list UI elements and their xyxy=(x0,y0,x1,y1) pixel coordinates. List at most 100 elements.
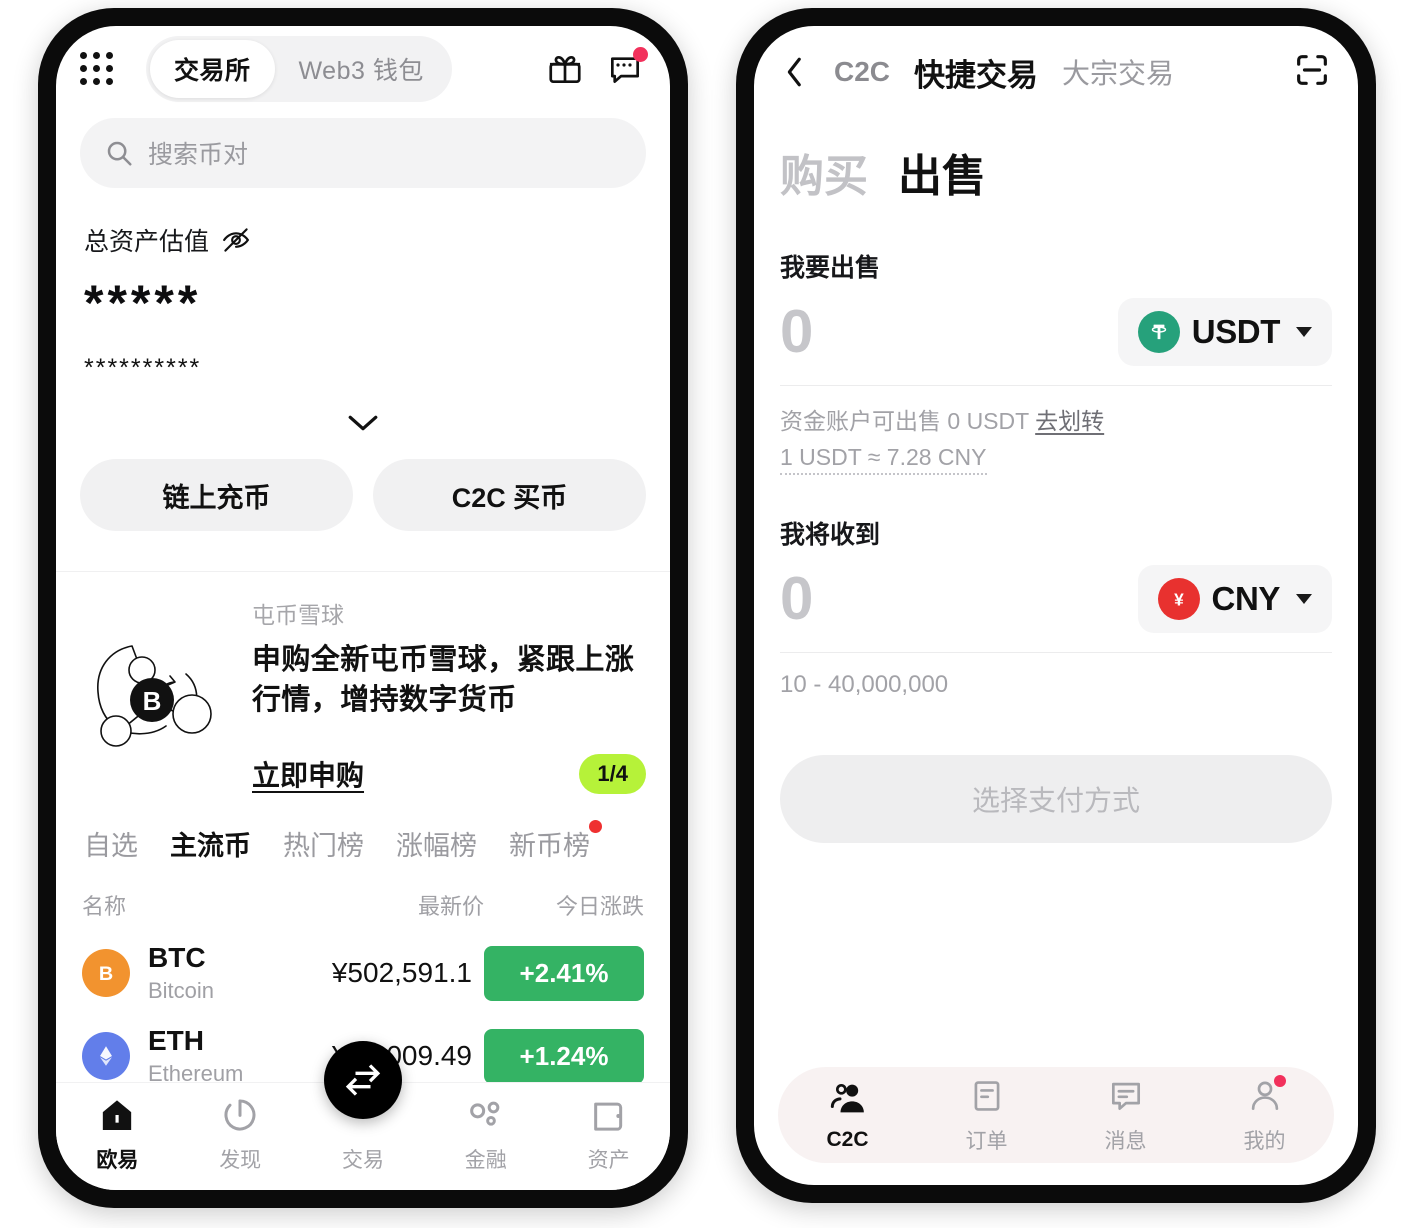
table-row[interactable]: B BTC Bitcoin ¥502,591.1 +2.41% xyxy=(56,921,670,1004)
total-assets-masked-secondary: ********** xyxy=(84,354,202,382)
phone-right-frame: C2C 快捷交易 大宗交易 购买 出售 我要出售 0 USDT 资金账户可出售 … xyxy=(736,8,1376,1203)
nav-item-c2c[interactable]: C2C xyxy=(778,1078,917,1152)
tab-buy[interactable]: 购买 xyxy=(780,140,868,204)
nav-item-profile[interactable]: 我的 xyxy=(1195,1075,1334,1155)
buy-sell-tabs: 购买 出售 xyxy=(754,118,1358,204)
nav-item-okx[interactable]: 欧易 xyxy=(56,1095,179,1174)
market-tabs: 自选 主流币 热门榜 涨幅榜 新币榜 xyxy=(56,794,670,863)
nav-item-finance[interactable]: 金融 xyxy=(424,1095,547,1174)
total-assets-label-row: 总资产估值 xyxy=(84,222,670,258)
tab-sell[interactable]: 出售 xyxy=(898,140,986,204)
right-bottom-nav: C2C 订单 消息 我的 xyxy=(778,1067,1334,1163)
sell-balance-hint: 资金账户可出售 0 USDT 去划转 xyxy=(754,386,1358,436)
order-doc-icon xyxy=(966,1075,1008,1117)
ethereum-icon xyxy=(82,1032,130,1081)
nav-item-messages[interactable]: 消息 xyxy=(1056,1075,1195,1155)
bitcoin-icon: B xyxy=(82,949,130,998)
nav-label: 订单 xyxy=(965,1130,1008,1153)
tab-block-trade[interactable]: 大宗交易 xyxy=(1062,52,1174,92)
tab-favorites[interactable]: 自选 xyxy=(84,824,138,863)
nav-item-trade[interactable]: 交易 xyxy=(302,1041,425,1174)
coin-name-block: ETH Ethereum xyxy=(130,1024,267,1087)
column-price: 最新价 xyxy=(417,894,484,920)
expand-assets-row[interactable] xyxy=(56,413,670,433)
receive-currency-name: CNY xyxy=(1211,579,1281,617)
promo-banner[interactable]: B 屯币雪球 申购全新屯币雪球，紧跟上涨行情，增持数字货币 立即申购 1/4 xyxy=(56,572,670,795)
chat-bubble-icon[interactable] xyxy=(606,47,648,88)
eye-off-icon[interactable] xyxy=(221,225,251,255)
nav-item-orders[interactable]: 订单 xyxy=(917,1075,1056,1155)
amount-range-hint: 10 - 40,000,000 xyxy=(780,671,949,698)
market-column-headers: 名称 最新价 今日涨跌 xyxy=(56,863,670,921)
coin-name-block: BTC Bitcoin xyxy=(130,942,267,1004)
sell-amount-input[interactable]: 0 xyxy=(780,294,1118,369)
promo-kicker: 屯币雪球 xyxy=(252,602,344,628)
promo-pager: 1/4 xyxy=(579,754,646,795)
nav-label: 发现 xyxy=(219,1149,262,1172)
promo-title: 申购全新屯币雪球，紧跟上涨行情，增持数字货币 xyxy=(252,644,635,717)
nav-label: C2C xyxy=(826,1128,869,1151)
sell-token-selector[interactable]: USDT xyxy=(1117,297,1332,366)
promo-subscribe-link[interactable]: 立即申购 xyxy=(252,754,364,794)
column-name: 名称 xyxy=(82,894,127,920)
segment-web3-wallet[interactable]: Web3 钱包 xyxy=(275,40,448,98)
compass-icon xyxy=(224,1099,256,1131)
tab-hot[interactable]: 热门榜 xyxy=(283,824,364,863)
chevron-down-icon xyxy=(1296,593,1312,604)
apps-grid-icon[interactable] xyxy=(80,52,114,86)
coin-change-badge: +2.41% xyxy=(484,945,644,1001)
sell-token-name: USDT xyxy=(1191,312,1281,350)
transfer-link[interactable]: 去划转 xyxy=(1035,408,1104,434)
left-bottom-nav: 欧易 发现 交易 金融 资产 xyxy=(56,1041,670,1190)
back-chevron-icon[interactable] xyxy=(780,55,810,89)
receive-currency-selector[interactable]: ¥ CNY xyxy=(1137,564,1332,633)
nav-label: 欧易 xyxy=(96,1149,139,1172)
swap-fab-button[interactable] xyxy=(324,1041,402,1119)
receive-amount-row: 0 ¥ CNY xyxy=(780,561,1332,653)
sell-balance-text: 资金账户可出售 0 USDT xyxy=(780,408,1029,434)
tab-gainers[interactable]: 涨幅榜 xyxy=(396,824,477,863)
search-input[interactable]: 搜索币对 xyxy=(80,118,646,188)
message-icon xyxy=(1105,1075,1147,1117)
search-placeholder: 搜索币对 xyxy=(148,141,249,169)
phone-left-screen: 交易所 Web3 钱包 搜索币对 总资产估值 ***** ********** … xyxy=(56,26,670,1190)
receive-amount-input[interactable]: 0 xyxy=(780,561,1138,636)
exchange-web3-switch[interactable]: 交易所 Web3 钱包 xyxy=(146,36,452,102)
receive-label: 我将收到 xyxy=(780,521,881,549)
tab-new-coins[interactable]: 新币榜 xyxy=(509,820,602,863)
c2c-buy-button[interactable]: C2C 买币 xyxy=(373,459,646,531)
scan-icon[interactable] xyxy=(1292,50,1332,95)
screenshot-stage: 交易所 Web3 钱包 搜索币对 总资产估值 ***** ********** … xyxy=(0,0,1415,1228)
coin-symbol: ETH xyxy=(148,1024,204,1056)
finance-bubbles-icon xyxy=(469,1101,500,1126)
home-icon xyxy=(103,1100,132,1130)
wallet-icon xyxy=(593,1102,622,1131)
onchain-deposit-button[interactable]: 链上充币 xyxy=(80,459,353,531)
tab-mainstream[interactable]: 主流币 xyxy=(170,824,251,863)
tab-quick-trade[interactable]: 快捷交易 xyxy=(914,50,1038,95)
segment-exchange[interactable]: 交易所 xyxy=(150,40,275,98)
chevron-down-icon[interactable] xyxy=(346,413,380,433)
sell-amount-row: 0 USDT xyxy=(780,294,1332,386)
gift-icon[interactable] xyxy=(546,50,584,88)
svg-text:B: B xyxy=(143,686,162,716)
new-coins-badge xyxy=(589,820,602,834)
bitcoin-snowball-illustration: B xyxy=(80,596,240,794)
nav-label: 资产 xyxy=(587,1149,630,1172)
chat-unread-badge xyxy=(633,47,648,62)
profile-icon xyxy=(1244,1075,1286,1117)
svg-text:¥: ¥ xyxy=(1174,589,1184,609)
column-change: 今日涨跌 xyxy=(555,894,644,920)
cny-icon: ¥ xyxy=(1157,577,1200,620)
phone-left-frame: 交易所 Web3 钱包 搜索币对 总资产估值 ***** ********** … xyxy=(38,8,688,1208)
left-topbar-actions xyxy=(546,47,648,88)
right-topbar: C2C 快捷交易 大宗交易 xyxy=(754,26,1358,118)
nav-item-assets[interactable]: 资产 xyxy=(547,1095,670,1174)
chevron-down-icon xyxy=(1296,326,1312,337)
left-action-buttons: 链上充币 C2C 买币 xyxy=(56,433,670,531)
search-icon xyxy=(107,141,132,166)
swap-icon xyxy=(345,1064,381,1096)
nav-item-discover[interactable]: 发现 xyxy=(179,1095,302,1174)
select-payment-method-button[interactable]: 选择支付方式 xyxy=(780,755,1332,843)
tab-c2c[interactable]: C2C xyxy=(834,56,890,88)
